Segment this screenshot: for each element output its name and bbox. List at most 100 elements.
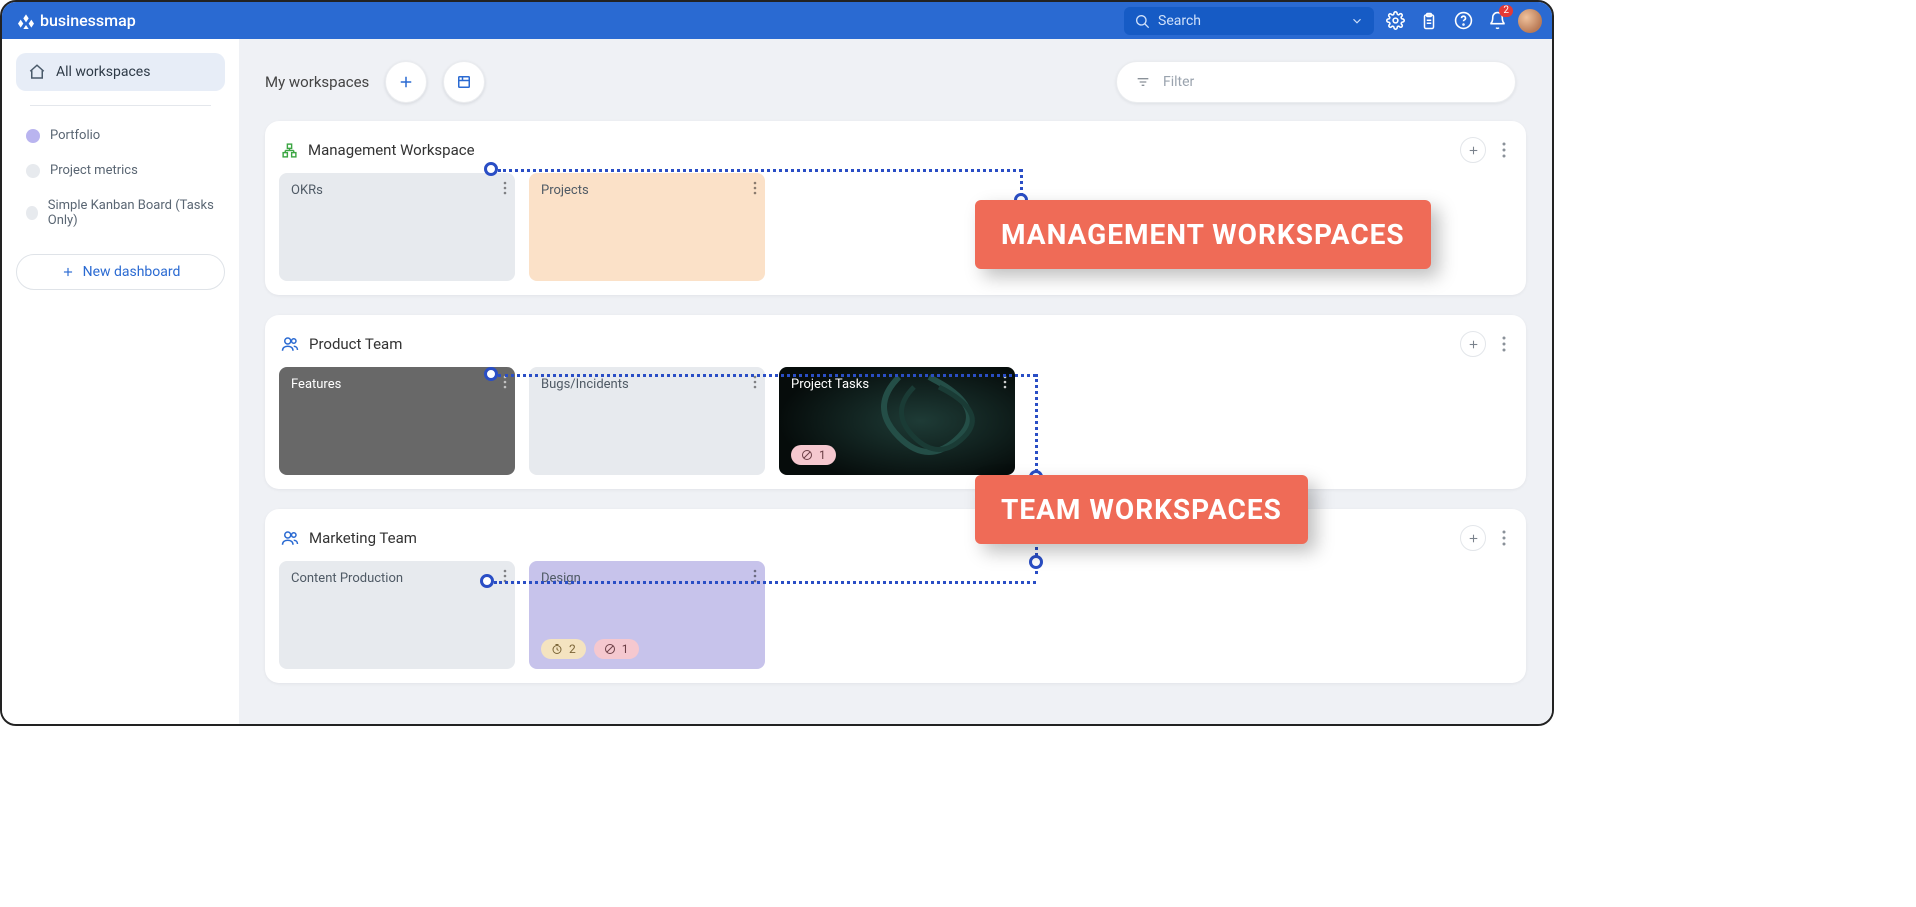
more-vertical-icon <box>503 375 507 389</box>
workspace-add-button[interactable] <box>1460 331 1486 357</box>
pill-value: 1 <box>622 642 629 656</box>
card-more-button[interactable] <box>1003 375 1007 389</box>
sidebar-main-label: All workspaces <box>56 64 150 80</box>
clock-icon <box>551 643 563 655</box>
workspace-marketing-team: Marketing Team Content Production Design <box>265 509 1526 683</box>
blocked-pill: 1 <box>594 639 639 659</box>
clipboard-icon[interactable] <box>1416 8 1442 34</box>
board-card-design[interactable]: Design 2 1 <box>529 561 765 669</box>
plus-icon <box>1467 532 1480 545</box>
filter-box[interactable] <box>1116 61 1516 103</box>
main-header: My workspaces <box>265 61 1526 103</box>
plus-icon <box>1467 338 1480 351</box>
connector-dot-icon <box>480 574 494 588</box>
card-more-button[interactable] <box>503 375 507 389</box>
board-card-bugs[interactable]: Bugs/Incidents <box>529 367 765 475</box>
main-content: My workspaces Management Workspace <box>239 39 1552 724</box>
team-icon <box>281 335 299 353</box>
connector-line <box>498 169 1022 172</box>
board-card-okrs[interactable]: OKRs <box>279 173 515 281</box>
card-more-button[interactable] <box>503 181 507 195</box>
board-card-features[interactable]: Features <box>279 367 515 475</box>
pill-value: 2 <box>569 642 576 656</box>
sidebar-item-label: Simple Kanban Board (Tasks Only) <box>48 198 215 228</box>
add-workspace-button[interactable] <box>385 61 427 103</box>
workspace-more-button[interactable] <box>1498 336 1510 352</box>
filter-icon <box>1135 74 1151 90</box>
card-title: Content Production <box>291 571 503 586</box>
card-more-button[interactable] <box>753 375 757 389</box>
home-icon <box>28 63 46 81</box>
connector-dot-icon <box>484 162 498 176</box>
workspace-product-team: Product Team Features Bugs/Incidents <box>265 315 1526 489</box>
help-icon[interactable] <box>1450 8 1476 34</box>
global-search[interactable] <box>1124 7 1374 35</box>
archive-button[interactable] <box>443 61 485 103</box>
more-vertical-icon <box>1502 336 1506 352</box>
clock-pill: 2 <box>541 639 586 659</box>
divider <box>30 105 211 106</box>
color-dot-icon <box>26 206 38 220</box>
topbar: businessmap 2 <box>2 2 1552 39</box>
card-title: Project Tasks <box>791 377 1003 392</box>
more-vertical-icon <box>753 181 757 195</box>
brand-name: businessmap <box>40 11 136 30</box>
team-icon <box>281 529 299 547</box>
card-title: OKRs <box>291 183 503 198</box>
card-title: Features <box>291 377 503 392</box>
card-title: Bugs/Incidents <box>541 377 753 392</box>
more-vertical-icon <box>1003 375 1007 389</box>
sidebar-all-workspaces[interactable]: All workspaces <box>16 53 225 91</box>
plus-icon <box>1467 144 1480 157</box>
search-input[interactable] <box>1158 13 1342 29</box>
chevron-down-icon[interactable] <box>1350 14 1364 28</box>
connector-dot-icon <box>484 367 498 381</box>
search-icon <box>1134 13 1150 29</box>
connector-line <box>498 374 1036 377</box>
workspace-title[interactable]: Management Workspace <box>308 141 475 159</box>
workspace-add-button[interactable] <box>1460 525 1486 551</box>
blocked-pill: 1 <box>791 445 836 465</box>
card-more-button[interactable] <box>753 181 757 195</box>
sidebar-item-portfolio[interactable]: Portfolio <box>16 122 225 149</box>
settings-icon[interactable] <box>1382 8 1408 34</box>
notifications-icon[interactable]: 2 <box>1484 8 1510 34</box>
more-vertical-icon <box>503 181 507 195</box>
more-vertical-icon <box>753 375 757 389</box>
board-card-projects[interactable]: Projects <box>529 173 765 281</box>
block-icon <box>604 643 616 655</box>
logo-icon <box>18 13 34 29</box>
filter-input[interactable] <box>1163 74 1497 90</box>
connector-dot-icon <box>1029 555 1043 569</box>
brand-logo[interactable]: businessmap <box>18 11 136 30</box>
notification-badge: 2 <box>1499 5 1513 17</box>
color-dot-icon <box>26 129 40 143</box>
workspace-more-button[interactable] <box>1498 142 1510 158</box>
callout-management-workspaces: MANAGEMENT WORKSPACES <box>975 200 1431 269</box>
more-vertical-icon <box>1502 530 1506 546</box>
connector-line <box>494 581 1036 584</box>
block-icon <box>801 449 813 461</box>
workspace-add-button[interactable] <box>1460 137 1486 163</box>
workspace-more-button[interactable] <box>1498 530 1510 546</box>
org-chart-icon <box>281 142 298 159</box>
page-title: My workspaces <box>265 73 369 91</box>
new-dashboard-button[interactable]: New dashboard <box>16 254 225 290</box>
sidebar-item-project-metrics[interactable]: Project metrics <box>16 157 225 184</box>
workspace-title[interactable]: Marketing Team <box>309 529 417 547</box>
new-dashboard-label: New dashboard <box>83 264 181 280</box>
sidebar: All workspaces Portfolio Project metrics… <box>2 39 239 724</box>
pill-value: 1 <box>819 448 826 462</box>
sidebar-item-simple-kanban[interactable]: Simple Kanban Board (Tasks Only) <box>16 192 225 234</box>
color-dot-icon <box>26 164 40 178</box>
plus-icon <box>61 265 75 279</box>
more-vertical-icon <box>1502 142 1506 158</box>
user-avatar[interactable] <box>1518 9 1542 33</box>
workspace-title[interactable]: Product Team <box>309 335 402 353</box>
archive-icon <box>455 73 473 91</box>
sidebar-item-label: Portfolio <box>50 128 100 143</box>
sidebar-item-label: Project metrics <box>50 163 138 178</box>
board-card-project-tasks[interactable]: Project Tasks 1 <box>779 367 1015 475</box>
card-title: Projects <box>541 183 753 198</box>
plus-icon <box>397 73 415 91</box>
